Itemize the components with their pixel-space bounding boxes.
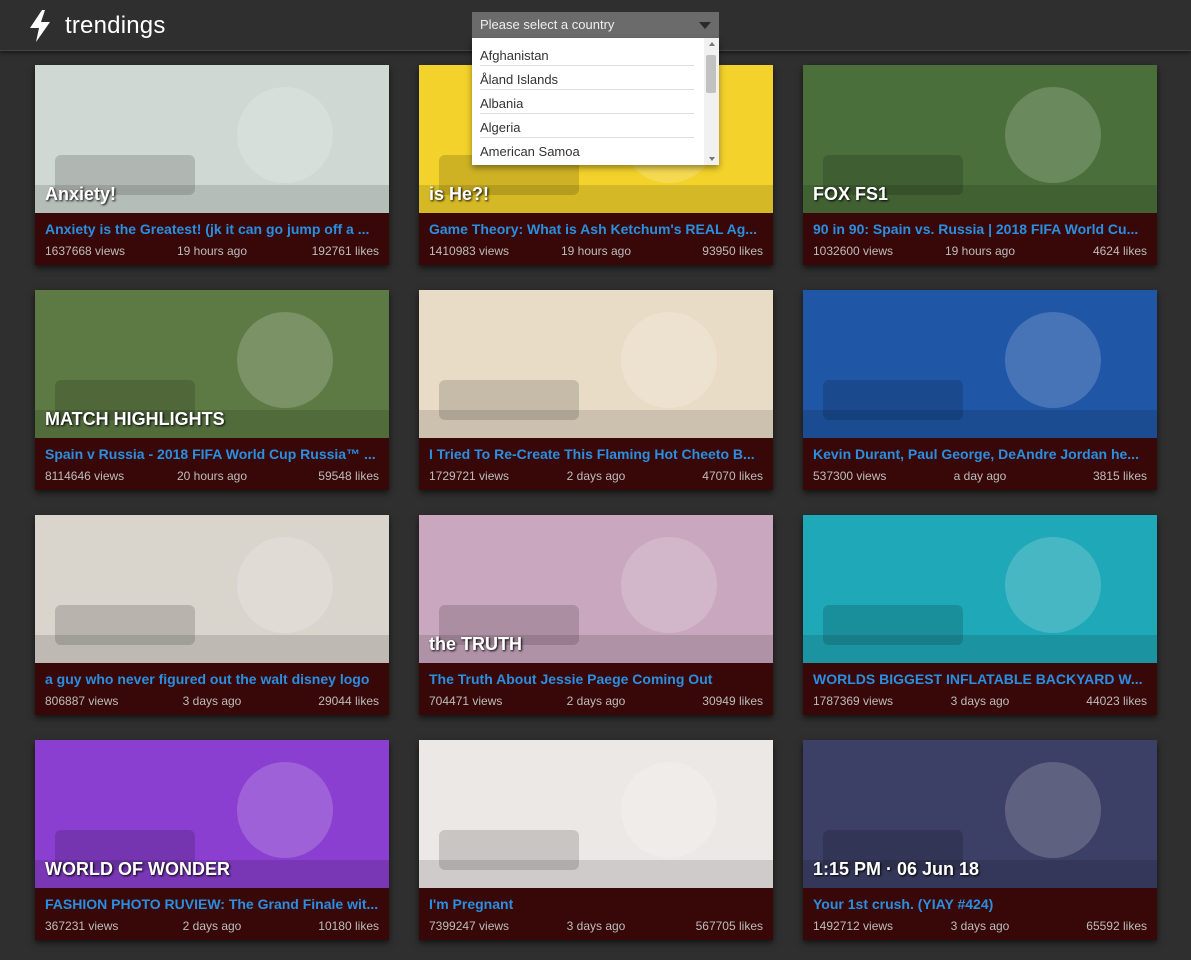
brand-title[interactable]: trendings — [65, 12, 166, 40]
like-count: 192761 likes — [311, 244, 379, 258]
video-title[interactable]: Anxiety is the Greatest! (jk it can go j… — [45, 221, 381, 237]
like-count: 65592 likes — [1086, 919, 1147, 933]
video-card[interactable]: I Tried To Re-Create This Flaming Hot Ch… — [419, 290, 773, 490]
dropdown-scrollbar[interactable] — [704, 38, 719, 165]
like-count: 10180 likes — [318, 919, 379, 933]
video-card[interactable]: Anxiety! Anxiety is the Greatest! (jk it … — [35, 65, 389, 265]
video-title[interactable]: I Tried To Re-Create This Flaming Hot Ch… — [429, 446, 765, 462]
video-title[interactable]: I'm Pregnant — [429, 896, 765, 912]
video-thumbnail[interactable]: the TRUTH — [419, 515, 773, 663]
video-card[interactable]: MATCH HIGHLIGHTS Spain v Russia - 2018 FI… — [35, 290, 389, 490]
scroll-down-icon[interactable] — [709, 157, 715, 161]
country-select-placeholder: Please select a country — [480, 17, 615, 32]
video-thumbnail[interactable] — [35, 515, 389, 663]
country-option[interactable]: Albania — [480, 90, 694, 114]
like-count: 3815 likes — [1092, 469, 1147, 483]
video-thumbnail[interactable] — [803, 515, 1157, 663]
thumbnail-caption: 1:15 PM · 06 Jun 18 — [813, 859, 980, 879]
country-select[interactable]: Please select a country — [472, 12, 719, 38]
video-card[interactable]: 1:15 PM · 06 Jun 18 Your 1st crush. (YIAY… — [803, 740, 1157, 940]
video-thumbnail[interactable]: Anxiety! — [35, 65, 389, 213]
thumbnail-caption: MATCH HIGHLIGHTS — [45, 409, 225, 429]
video-title[interactable]: Game Theory: What is Ash Ketchum's REAL … — [429, 221, 765, 237]
video-thumbnail[interactable]: WORLD OF WONDER — [35, 740, 389, 888]
like-count: 567705 likes — [695, 919, 763, 933]
video-thumbnail[interactable] — [803, 290, 1157, 438]
thumbnail-caption: WORLD OF WONDER — [45, 859, 230, 879]
country-option[interactable]: Åland Islands — [480, 66, 694, 90]
video-card[interactable]: I'm Pregnant 7399247 views 3 days ago 56770… — [419, 740, 773, 940]
lightning-bolt-icon[interactable] — [28, 10, 52, 42]
like-count: 44023 likes — [1086, 694, 1147, 708]
video-thumbnail[interactable] — [419, 290, 773, 438]
country-option[interactable]: Algeria — [480, 114, 694, 138]
video-title[interactable]: a guy who never figured out the walt dis… — [45, 671, 381, 687]
video-title[interactable]: The Truth About Jessie Paege Coming Out — [429, 671, 765, 687]
like-count: 59548 likes — [318, 469, 379, 483]
video-card[interactable]: FOX FS1 90 in 90: Spain vs. Russia | 2018… — [803, 65, 1157, 265]
video-card[interactable]: WORLD OF WONDER FASHION PHOTO RUVIEW: The… — [35, 740, 389, 940]
chevron-down-icon — [699, 22, 711, 29]
thumbnail-caption: is He?! — [429, 184, 490, 204]
thumbnail-caption: Anxiety! — [45, 184, 117, 204]
video-card[interactable]: WORLDS BIGGEST INFLATABLE BACKYARD W... 1… — [803, 515, 1157, 715]
video-title[interactable]: Kevin Durant, Paul George, DeAndre Jorda… — [813, 446, 1149, 462]
video-card[interactable]: Kevin Durant, Paul George, DeAndre Jorda… — [803, 290, 1157, 490]
like-count: 29044 likes — [318, 694, 379, 708]
video-title[interactable]: FASHION PHOTO RUVIEW: The Grand Finale w… — [45, 896, 381, 912]
video-title[interactable]: Spain v Russia - 2018 FIFA World Cup Rus… — [45, 446, 381, 462]
video-thumbnail[interactable]: MATCH HIGHLIGHTS — [35, 290, 389, 438]
like-count: 30949 likes — [702, 694, 763, 708]
video-card[interactable]: the TRUTH The Truth About Jessie Paege Co… — [419, 515, 773, 715]
scrollbar-thumb[interactable] — [706, 55, 716, 93]
thumbnail-caption: the TRUTH — [429, 634, 522, 654]
video-thumbnail[interactable]: FOX FS1 — [803, 65, 1157, 213]
like-count: 93950 likes — [702, 244, 763, 258]
video-title[interactable]: Your 1st crush. (YIAY #424) — [813, 896, 1149, 912]
scroll-up-icon[interactable] — [709, 42, 715, 46]
country-option[interactable]: American Samoa — [480, 138, 694, 162]
video-title[interactable]: WORLDS BIGGEST INFLATABLE BACKYARD W... — [813, 671, 1149, 687]
country-dropdown-list[interactable]: Afghanistan Åland Islands Albania Algeri… — [472, 38, 719, 165]
like-count: 4624 likes — [1092, 244, 1147, 258]
country-option[interactable]: Afghanistan — [480, 42, 694, 66]
video-card[interactable]: a guy who never figured out the walt dis… — [35, 515, 389, 715]
video-thumbnail[interactable] — [419, 740, 773, 888]
thumbnail-caption: FOX FS1 — [813, 184, 889, 204]
video-thumbnail[interactable]: 1:15 PM · 06 Jun 18 — [803, 740, 1157, 888]
like-count: 47070 likes — [702, 469, 763, 483]
video-title[interactable]: 90 in 90: Spain vs. Russia | 2018 FIFA W… — [813, 221, 1149, 237]
